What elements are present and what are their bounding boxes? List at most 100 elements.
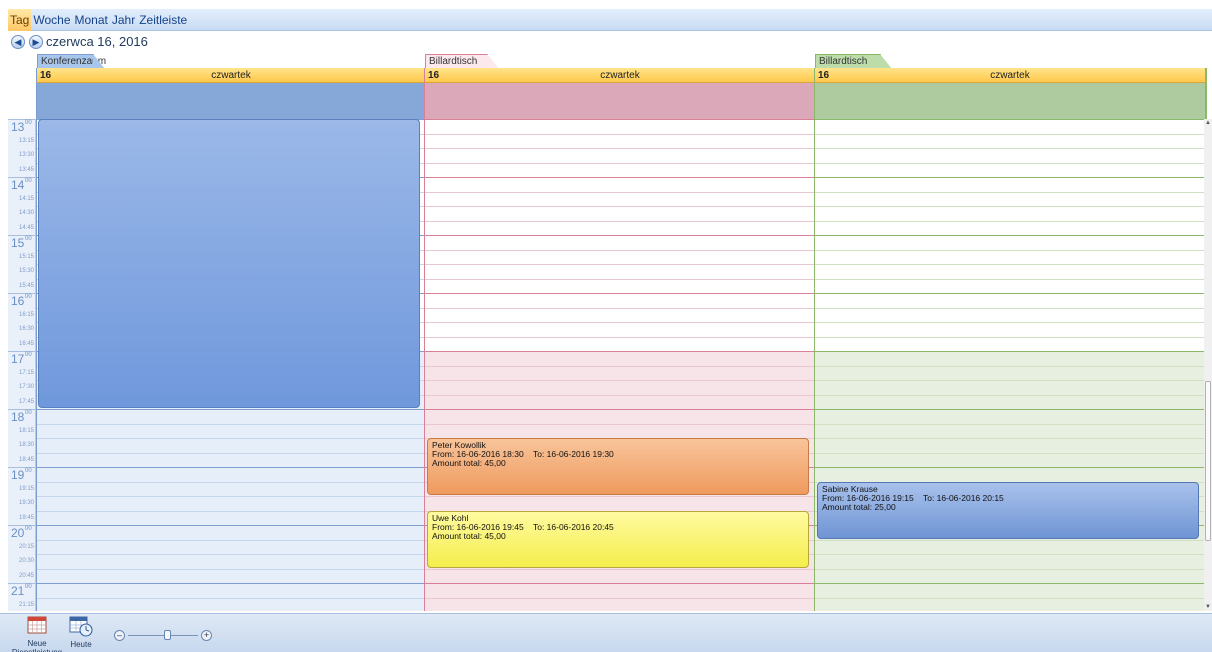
day-header-1[interactable]: 16 czwartek (424, 68, 817, 83)
time-slot[interactable] (815, 380, 1205, 395)
time-slot[interactable] (425, 568, 815, 583)
time-slot[interactable] (815, 452, 1205, 467)
view-tab-monat[interactable]: Monat (73, 9, 110, 31)
time-slot[interactable] (425, 365, 815, 380)
new-service-button[interactable]: Neue Dienstleistung (8, 616, 66, 652)
time-slot[interactable] (37, 481, 425, 496)
time-slot[interactable] (425, 191, 815, 206)
appointment-0[interactable] (38, 119, 420, 408)
resource-tab-0[interactable]: Konferenzaum (37, 54, 106, 69)
time-slot[interactable] (425, 264, 815, 279)
time-slot[interactable] (815, 438, 1205, 453)
time-slot[interactable] (425, 496, 815, 511)
time-slot[interactable] (37, 597, 425, 611)
time-slot[interactable] (815, 583, 1205, 598)
time-slot[interactable] (425, 351, 815, 366)
time-slot[interactable] (425, 307, 815, 322)
time-slot[interactable] (425, 278, 815, 293)
zoom-in-icon[interactable]: + (201, 630, 212, 641)
today-button[interactable]: Heute (67, 616, 95, 649)
view-tab-tag[interactable]: Tag (8, 9, 32, 31)
time-slot[interactable] (815, 597, 1205, 611)
time-slot[interactable] (815, 235, 1205, 250)
time-slot[interactable] (37, 539, 425, 554)
time-slot[interactable] (37, 510, 425, 525)
time-slot[interactable] (815, 336, 1205, 351)
zoom-slider[interactable]: – + (114, 628, 212, 642)
time-slot[interactable] (425, 423, 815, 438)
time-slot[interactable] (815, 394, 1205, 409)
time-slot[interactable] (37, 452, 425, 467)
time-slot[interactable] (425, 177, 815, 192)
zoom-out-icon[interactable]: – (114, 630, 125, 641)
next-day-button[interactable]: ▶ (29, 35, 43, 49)
time-slot[interactable] (425, 148, 815, 163)
time-slot[interactable] (425, 206, 815, 221)
all-day-area-2[interactable] (814, 83, 1207, 119)
view-tab-jahr[interactable]: Jahr (110, 9, 137, 31)
appointment-3[interactable]: Sabine Krause From: 16-06-2016 19:15 To: … (817, 481, 1199, 539)
time-slot[interactable] (425, 409, 815, 424)
time-slot[interactable] (815, 206, 1205, 221)
time-slot[interactable] (815, 351, 1205, 366)
scroll-down-icon[interactable]: ▼ (1204, 604, 1212, 610)
time-slot[interactable] (37, 525, 425, 540)
time-slot[interactable] (815, 249, 1205, 264)
resource-tab-2[interactable]: Billardtisch Nr 2 (815, 54, 892, 81)
time-slot[interactable] (815, 119, 1205, 134)
scroll-up-icon[interactable]: ▲ (1204, 120, 1212, 126)
day-header-2[interactable]: 16 czwartek (814, 68, 1207, 83)
time-slot[interactable] (815, 539, 1205, 554)
time-slot[interactable] (815, 177, 1205, 192)
time-slot[interactable] (815, 307, 1205, 322)
scrollbar-thumb[interactable] (1205, 381, 1211, 541)
time-slot[interactable] (815, 423, 1205, 438)
time-slot[interactable] (425, 583, 815, 598)
resource-tab-1[interactable]: Billardtisch Nr 1 (425, 54, 499, 81)
time-slot[interactable] (37, 583, 425, 598)
time-slot[interactable] (425, 235, 815, 250)
appointment-1[interactable]: Peter Kowollik From: 16-06-2016 18:30 To:… (427, 438, 809, 495)
view-tab-woche[interactable]: Woche (31, 9, 72, 31)
time-slot[interactable] (37, 438, 425, 453)
time-slot[interactable] (425, 322, 815, 337)
time-slot[interactable] (37, 423, 425, 438)
time-slot[interactable] (425, 249, 815, 264)
appointment-2[interactable]: Uwe Kohl From: 16-06-2016 19:45 To: 16-06… (427, 510, 809, 568)
time-slot[interactable] (815, 293, 1205, 308)
time-slot[interactable] (815, 278, 1205, 293)
time-slot[interactable] (425, 380, 815, 395)
vertical-scrollbar[interactable]: ▲ ▼ (1204, 119, 1212, 611)
time-slot[interactable] (815, 467, 1205, 482)
time-slot[interactable] (815, 554, 1205, 569)
time-slot[interactable] (425, 119, 815, 134)
time-slot[interactable] (815, 148, 1205, 163)
time-slot[interactable] (815, 220, 1205, 235)
time-slot[interactable] (815, 191, 1205, 206)
time-slot[interactable] (37, 568, 425, 583)
time-slot[interactable] (425, 394, 815, 409)
time-slot[interactable] (815, 365, 1205, 380)
time-slot[interactable] (37, 409, 425, 424)
view-tab-zeitleiste[interactable]: Zeitleiste (137, 9, 189, 31)
time-slot[interactable] (815, 133, 1205, 148)
all-day-area-0[interactable] (36, 83, 427, 119)
time-slot[interactable] (425, 597, 815, 611)
time-slot[interactable] (37, 467, 425, 482)
time-slot[interactable] (815, 162, 1205, 177)
zoom-knob[interactable] (164, 630, 171, 640)
time-slot[interactable] (425, 293, 815, 308)
time-slot[interactable] (815, 322, 1205, 337)
day-header-0[interactable]: 16 czwartek (36, 68, 427, 83)
time-slot[interactable] (37, 554, 425, 569)
time-slot[interactable] (425, 133, 815, 148)
time-slot[interactable] (815, 568, 1205, 583)
previous-day-button[interactable]: ◀ (11, 35, 25, 49)
time-slot[interactable] (37, 496, 425, 511)
all-day-area-1[interactable] (424, 83, 817, 119)
time-slot[interactable] (815, 264, 1205, 279)
time-slot[interactable] (815, 409, 1205, 424)
time-slot[interactable] (425, 336, 815, 351)
time-slot[interactable] (425, 162, 815, 177)
time-slot[interactable] (425, 220, 815, 235)
